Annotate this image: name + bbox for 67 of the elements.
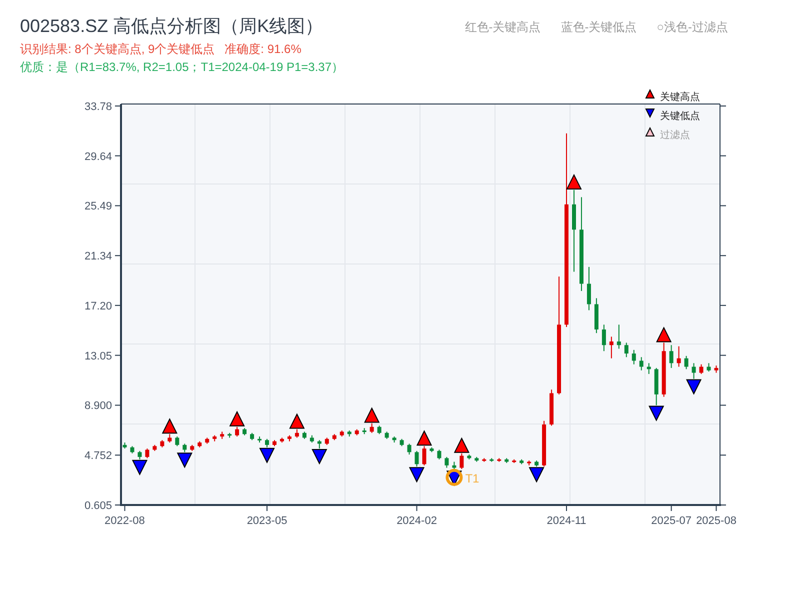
low-point-marker [259, 448, 275, 464]
candlestick [437, 449, 442, 460]
y-axis-label: 13.05 [84, 350, 112, 362]
x-axis-label: 2025-07 [651, 515, 692, 527]
high-point-marker [162, 418, 178, 434]
low-point-marker [176, 452, 192, 468]
low-point-marker [686, 379, 702, 395]
high-point-marker [364, 407, 380, 423]
quality-text: 优质：是（R1=83.7%, R2=1.05；T1=2024-04-19 P1=3.37） [20, 59, 345, 76]
x-axis-label: 2024-11 [546, 515, 586, 527]
legend-label: 关键低点 [660, 111, 700, 122]
candlestick [370, 422, 374, 434]
y-axis-label: 21.34 [84, 250, 112, 263]
candlestick [609, 336, 614, 359]
color-key-text: 红色-关键高点 [464, 19, 541, 36]
legend-label: 过滤点 [660, 130, 690, 141]
y-axis-label: 29.64 [84, 150, 112, 163]
x-axis-label: 2025-08 [696, 515, 736, 527]
low-point-marker [528, 467, 544, 483]
color-key-text: 蓝色-关键低点 [560, 19, 637, 36]
y-axis-label: 8.900 [84, 400, 112, 412]
candlestick [460, 452, 464, 470]
low-point-marker [312, 449, 328, 465]
candlestick [235, 426, 240, 438]
candlestick [632, 349, 636, 365]
legend-label: 关键高点 [660, 92, 700, 103]
candlestick [414, 450, 419, 468]
low-point-marker [648, 406, 664, 422]
candlestick [669, 344, 674, 368]
candlestick [692, 362, 696, 380]
annotation-label: T1 [465, 471, 480, 486]
high-point-marker [656, 326, 672, 342]
candlestick [145, 448, 150, 459]
up-triangle-icon [645, 126, 655, 136]
candlestick [586, 266, 591, 311]
candlestick [175, 436, 180, 447]
candlestick [444, 456, 449, 468]
candlestick [699, 364, 704, 374]
candlestick [684, 355, 688, 370]
candlestick [407, 443, 412, 456]
high-point-marker [566, 174, 582, 190]
candlestick [602, 324, 606, 352]
y-axis-label: 4.752 [84, 450, 112, 462]
x-axis-label: 2024-02 [396, 515, 437, 527]
high-point-marker [289, 413, 305, 429]
high-point-marker [229, 410, 245, 426]
x-axis-label: 2023-05 [246, 515, 288, 527]
candlestick [422, 446, 426, 466]
high-point-marker [416, 430, 432, 446]
candlestick [624, 342, 628, 358]
y-axis-label: 0.605 [84, 500, 112, 512]
y-axis-label: 25.49 [84, 200, 112, 213]
candlestick [646, 362, 651, 374]
low-point-marker [132, 460, 148, 476]
y-axis-label: 33.78 [84, 101, 112, 113]
candlestick [616, 324, 621, 350]
chart-title: 002583.SZ 高低点分析图（周K线图） [20, 15, 324, 38]
up-triangle-icon [645, 88, 655, 98]
color-key-text: ○浅色-过滤点 [656, 19, 728, 36]
y-axis-label: 17.20 [84, 300, 112, 312]
down-triangle-icon [645, 108, 655, 118]
low-point-marker [408, 467, 425, 483]
summary-text: 识别结果: 8个关键高点, 9个关键低点 准确度: 91.6% [20, 41, 302, 58]
high-point-marker [454, 437, 470, 453]
candlestick [639, 356, 644, 371]
x-axis-label: 2022-08 [104, 515, 145, 527]
candlestick [676, 346, 681, 368]
